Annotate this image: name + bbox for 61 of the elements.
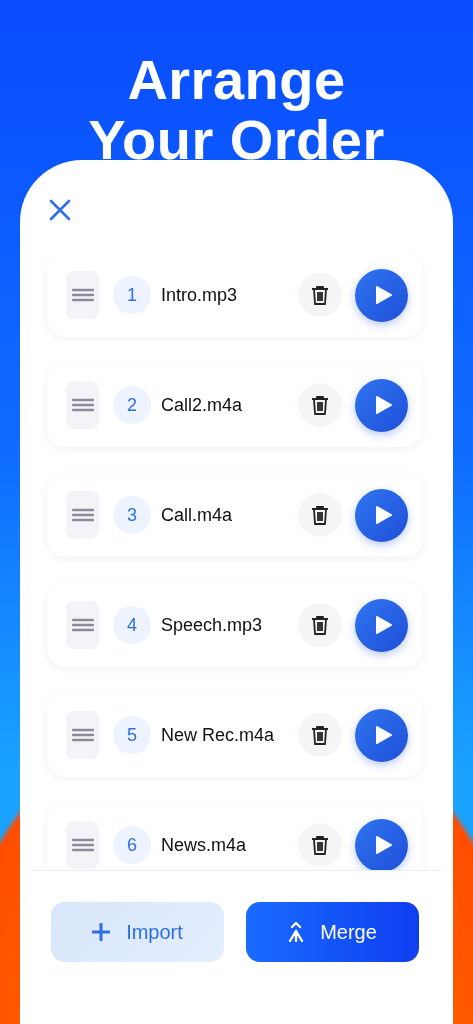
delete-button[interactable] bbox=[298, 603, 342, 647]
order-number: 1 bbox=[113, 276, 151, 314]
trash-icon bbox=[311, 615, 329, 635]
file-name: News.m4a bbox=[161, 834, 248, 856]
headline: Your Order bbox=[88, 110, 385, 170]
play-icon bbox=[373, 725, 393, 745]
order-number: 5 bbox=[113, 716, 151, 754]
file-row[interactable]: 1 Intro.mp3 bbox=[47, 253, 423, 337]
play-icon bbox=[373, 285, 393, 305]
delete-button[interactable] bbox=[298, 383, 342, 427]
drag-handle[interactable] bbox=[66, 381, 99, 429]
order-number: 3 bbox=[113, 496, 151, 534]
drag-handle[interactable] bbox=[66, 711, 99, 759]
menu-icon bbox=[71, 288, 94, 302]
merge-icon bbox=[288, 922, 305, 942]
merge-button[interactable]: Merge bbox=[246, 902, 419, 962]
file-row[interactable]: 4 Speech.mp3 bbox=[47, 583, 423, 667]
headline: Arrange bbox=[127, 50, 346, 110]
play-button[interactable] bbox=[355, 268, 408, 322]
play-icon bbox=[373, 505, 393, 525]
trash-icon bbox=[311, 835, 329, 855]
file-row[interactable]: 5 New Rec.m4a bbox=[47, 693, 423, 777]
delete-button[interactable] bbox=[298, 823, 342, 867]
delete-button[interactable] bbox=[298, 493, 342, 537]
play-icon bbox=[373, 395, 393, 415]
drag-handle[interactable] bbox=[66, 271, 99, 319]
play-button[interactable] bbox=[355, 818, 408, 870]
file-row[interactable]: 6 News.m4a bbox=[47, 803, 423, 870]
order-number: 4 bbox=[113, 606, 151, 644]
menu-icon bbox=[71, 728, 94, 742]
order-number: 2 bbox=[113, 386, 151, 424]
order-number: 6 bbox=[113, 826, 151, 864]
play-button[interactable] bbox=[355, 488, 408, 542]
delete-button[interactable] bbox=[298, 273, 342, 317]
play-icon bbox=[373, 835, 393, 855]
menu-icon bbox=[71, 618, 94, 632]
drag-handle[interactable] bbox=[66, 821, 99, 869]
trash-icon bbox=[311, 395, 329, 415]
play-button[interactable] bbox=[355, 708, 408, 762]
plus-icon bbox=[92, 923, 111, 941]
trash-icon bbox=[311, 725, 329, 745]
menu-icon bbox=[71, 398, 94, 412]
file-row[interactable]: 2 Call2.m4a bbox=[47, 363, 423, 447]
play-icon bbox=[373, 615, 393, 635]
play-button[interactable] bbox=[355, 598, 408, 652]
file-name: New Rec.m4a bbox=[161, 724, 276, 746]
file-name: Speech.mp3 bbox=[161, 614, 264, 636]
menu-icon bbox=[71, 508, 94, 522]
trash-icon bbox=[311, 285, 329, 305]
drag-handle[interactable] bbox=[66, 601, 99, 649]
file-name: Call.m4a bbox=[161, 504, 234, 526]
delete-button[interactable] bbox=[298, 713, 342, 757]
drag-handle[interactable] bbox=[66, 491, 99, 539]
play-button[interactable] bbox=[355, 378, 408, 432]
import-button[interactable]: Import bbox=[51, 902, 224, 962]
file-name: Intro.mp3 bbox=[161, 284, 239, 306]
menu-icon bbox=[71, 838, 94, 852]
trash-icon bbox=[311, 505, 329, 525]
file-row[interactable]: 3 Call.m4a bbox=[47, 473, 423, 557]
file-name: Call2.m4a bbox=[161, 394, 244, 416]
close-icon[interactable] bbox=[48, 198, 72, 222]
